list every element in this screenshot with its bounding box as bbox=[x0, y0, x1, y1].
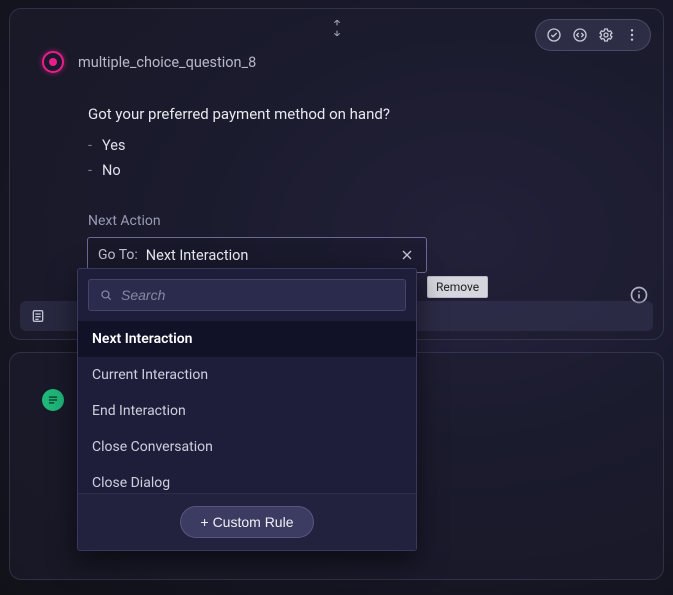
dropdown-footer: + Custom Rule bbox=[78, 493, 416, 550]
bullet-dash-icon: - bbox=[88, 162, 92, 179]
goto-prefix-label: Go To: bbox=[98, 247, 138, 263]
remove-tooltip: Remove bbox=[427, 276, 488, 298]
goto-value: Next Interaction bbox=[146, 247, 396, 264]
note-icon bbox=[30, 308, 46, 324]
search-input[interactable] bbox=[121, 287, 395, 303]
node-header: multiple_choice_question_8 bbox=[42, 51, 256, 73]
question-text: Got your preferred payment method on han… bbox=[88, 105, 633, 123]
multiple-choice-icon bbox=[42, 51, 64, 73]
option-row: - Yes bbox=[88, 137, 633, 154]
node-header bbox=[42, 389, 64, 411]
approve-button[interactable] bbox=[542, 23, 566, 47]
question-body: Got your preferred payment method on han… bbox=[88, 105, 633, 187]
option-label: Yes bbox=[102, 137, 125, 154]
custom-rule-button[interactable]: + Custom Rule bbox=[180, 506, 315, 538]
dropdown-search-wrap bbox=[78, 269, 416, 321]
dropdown-search[interactable] bbox=[88, 279, 406, 311]
dropdown-item-close-conversation[interactable]: Close Conversation bbox=[78, 429, 416, 465]
more-button[interactable] bbox=[620, 23, 644, 47]
card-toolbar bbox=[535, 19, 651, 51]
node-name: multiple_choice_question_8 bbox=[78, 54, 256, 71]
option-row: - No bbox=[88, 162, 633, 179]
bullet-dash-icon: - bbox=[88, 137, 92, 154]
drag-handle[interactable] bbox=[330, 19, 344, 37]
dropdown-item-close-dialog[interactable]: Close Dialog bbox=[78, 465, 416, 493]
dropdown-item-current-interaction[interactable]: Current Interaction bbox=[78, 357, 416, 393]
code-button[interactable] bbox=[568, 23, 592, 47]
dropdown-list: Next Interaction Current Interaction End… bbox=[78, 321, 416, 493]
clear-goto-button[interactable] bbox=[396, 244, 418, 266]
settings-button[interactable] bbox=[594, 23, 618, 47]
dropdown-item-next-interaction[interactable]: Next Interaction bbox=[78, 321, 416, 357]
text-node-icon bbox=[42, 389, 64, 411]
next-action-label: Next Action bbox=[88, 213, 161, 229]
goto-dropdown: Next Interaction Current Interaction End… bbox=[77, 268, 417, 551]
option-label: No bbox=[102, 162, 121, 179]
dropdown-item-end-interaction[interactable]: End Interaction bbox=[78, 393, 416, 429]
search-icon bbox=[99, 288, 113, 302]
